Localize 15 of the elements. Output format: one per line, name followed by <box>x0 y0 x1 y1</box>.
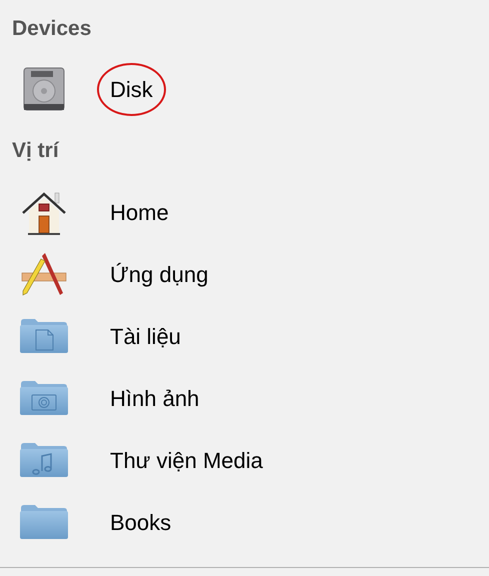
sidebar-item[interactable]: Ứng dụng <box>110 262 208 286</box>
folder-icon <box>19 504 69 540</box>
camera-folder-icon <box>19 380 69 416</box>
sidebar-item[interactable]: Tài liệu <box>110 324 181 348</box>
hard-drive-icon <box>21 66 67 112</box>
pencil-ruler-icon <box>19 251 69 297</box>
section-header: Devices <box>12 16 92 42</box>
sidebar-item[interactable]: Home <box>110 200 169 224</box>
document-folder-icon <box>19 318 69 354</box>
sidebar-item[interactable]: Books <box>110 510 172 534</box>
sidebar-item[interactable]: Thư viện Media <box>110 448 263 472</box>
sidebar-item[interactable]: Hình ảnh <box>110 386 200 410</box>
sidebar-item[interactable]: Disk <box>110 76 153 102</box>
section-header: Vị trí <box>12 138 59 164</box>
music-folder-icon <box>19 442 69 478</box>
